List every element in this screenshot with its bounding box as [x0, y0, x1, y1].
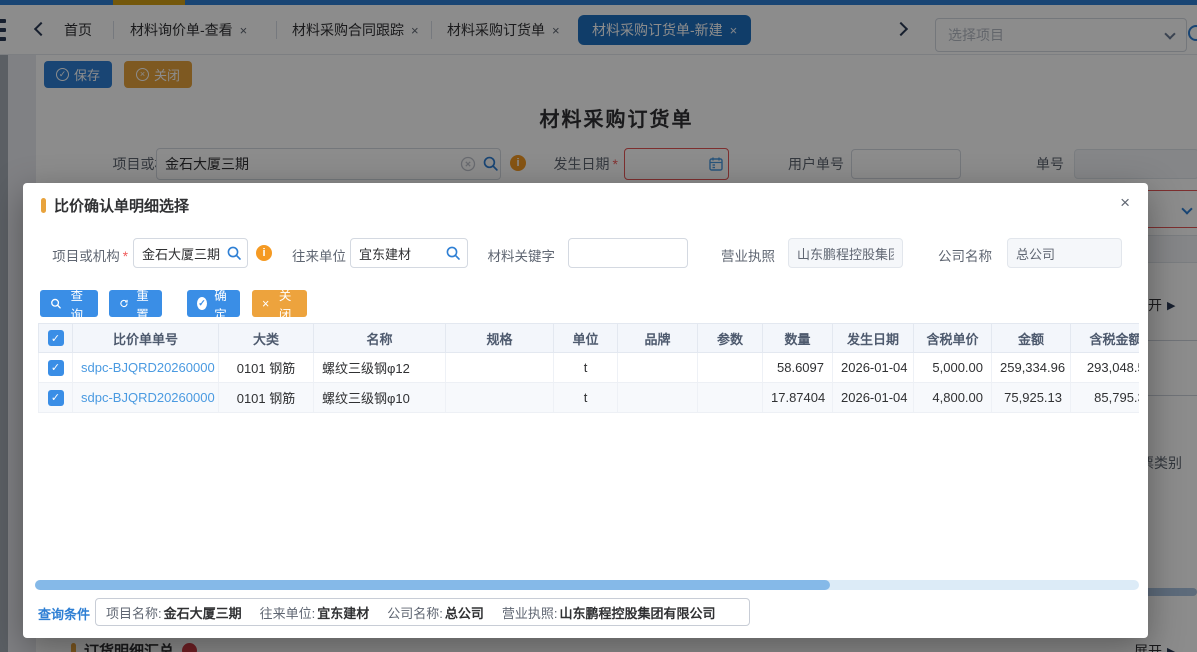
- query-button[interactable]: 查询: [40, 290, 98, 317]
- condition-item: 营业执照:山东鹏程控股集团有限公司: [502, 603, 716, 622]
- dialog-close-icon[interactable]: ×: [1120, 194, 1130, 211]
- cell: 259,334.96: [992, 353, 1071, 383]
- cell: 螺纹三级钢φ10: [314, 383, 446, 413]
- search-icon[interactable]: [226, 245, 242, 261]
- check-circle-icon: ✓: [197, 297, 207, 310]
- col-header: 发生日期: [833, 324, 914, 353]
- reset-label: 重置: [133, 285, 152, 323]
- cell: [446, 353, 554, 383]
- license-filter-label: 营业执照: [721, 245, 775, 265]
- cell: 293,048.50: [1071, 353, 1140, 383]
- search-icon[interactable]: [445, 245, 461, 261]
- cell: [446, 383, 554, 413]
- table-header-row: ✓ 比价单单号 大类 名称 规格 单位 品牌 参数 数量 发生日期 含税单价 金…: [39, 324, 1140, 353]
- cell: 75,925.13: [992, 383, 1071, 413]
- license-filter-field: [788, 238, 903, 268]
- keyword-filter-field[interactable]: [568, 238, 688, 268]
- info-icon[interactable]: i: [256, 245, 272, 261]
- col-header: 单位: [554, 324, 618, 353]
- cell: [698, 383, 763, 413]
- cell: 5,000.00: [914, 353, 992, 383]
- cell: 0101 钢筋: [219, 383, 314, 413]
- cell: [618, 383, 698, 413]
- dialog-close-button[interactable]: × 关闭: [252, 290, 307, 317]
- cell: 85,795.39: [1071, 383, 1140, 413]
- cell: 17.87404: [763, 383, 833, 413]
- col-header: 含税金额: [1071, 324, 1140, 353]
- condition-item: 往来单位:宜东建材: [260, 603, 370, 622]
- doc-no-link[interactable]: sdpc-BJQRD20260000: [73, 383, 219, 413]
- col-header: 大类: [219, 324, 314, 353]
- query-conditions-box: 项目名称:金石大厦三期 往来单位:宜东建材 公司名称:总公司 营业执照:山东鹏程…: [95, 598, 750, 626]
- horizontal-scrollbar[interactable]: [35, 580, 1139, 590]
- cell: 螺纹三级钢φ12: [314, 353, 446, 383]
- price-compare-detail-dialog: 比价确认单明细选择 × 项目或机构 i 往来单位 材料关键字 营业执照 公司名称…: [23, 183, 1148, 638]
- dialog-footer: 查询条件 项目名称:金石大厦三期 往来单位:宜东建材 公司名称:总公司 营业执照…: [23, 598, 1148, 628]
- dialog-title: 比价确认单明细选择: [54, 195, 189, 216]
- title-bar-icon: [41, 198, 46, 213]
- col-header: 比价单单号: [73, 324, 219, 353]
- confirm-label: 确定: [211, 285, 230, 323]
- results-table-container: ✓ 比价单单号 大类 名称 规格 单位 品牌 参数 数量 发生日期 含税单价 金…: [38, 323, 1139, 413]
- company-filter-field: [1007, 238, 1122, 268]
- close-icon: ×: [262, 297, 269, 311]
- cell: t: [554, 383, 618, 413]
- cell: 0101 钢筋: [219, 353, 314, 383]
- table-row[interactable]: ✓ sdpc-BJQRD20260000 0101 钢筋 螺纹三级钢φ12 t …: [39, 353, 1140, 383]
- cell: 58.6097: [763, 353, 833, 383]
- cell: t: [554, 353, 618, 383]
- cell: 2026-01-04: [833, 383, 914, 413]
- dialog-title-group: 比价确认单明细选择: [41, 195, 189, 216]
- partner-filter-label: 往来单位: [290, 245, 346, 265]
- col-header: 名称: [314, 324, 446, 353]
- dialog-header: 比价确认单明细选择 ×: [23, 183, 1148, 225]
- cell: [698, 353, 763, 383]
- query-conditions-label: 查询条件: [38, 604, 90, 623]
- scrollbar-thumb[interactable]: [35, 580, 830, 590]
- project-filter-label: 项目或机构: [50, 245, 128, 265]
- col-header: 金额: [992, 324, 1071, 353]
- query-label: 查询: [66, 285, 88, 323]
- select-all-checkbox[interactable]: ✓: [48, 330, 64, 346]
- results-table: ✓ 比价单单号 大类 名称 规格 单位 品牌 参数 数量 发生日期 含税单价 金…: [38, 323, 1139, 413]
- col-header: 参数: [698, 324, 763, 353]
- doc-no-link[interactable]: sdpc-BJQRD20260000: [73, 353, 219, 383]
- close-label: 关闭: [273, 285, 297, 323]
- col-header: 数量: [763, 324, 833, 353]
- col-header: 品牌: [618, 324, 698, 353]
- col-header: 规格: [446, 324, 554, 353]
- confirm-button[interactable]: ✓ 确定: [187, 290, 240, 317]
- table-row[interactable]: ✓ sdpc-BJQRD20260000 0101 钢筋 螺纹三级钢φ10 t …: [39, 383, 1140, 413]
- reset-button[interactable]: 重置: [109, 290, 162, 317]
- cell: 2026-01-04: [833, 353, 914, 383]
- cell: 4,800.00: [914, 383, 992, 413]
- cell: [618, 353, 698, 383]
- col-header: 含税单价: [914, 324, 992, 353]
- keyword-filter-label: 材料关键字: [485, 245, 555, 265]
- row-checkbox[interactable]: ✓: [48, 360, 64, 376]
- row-checkbox[interactable]: ✓: [48, 390, 64, 406]
- condition-item: 公司名称:总公司: [387, 603, 484, 622]
- company-filter-label: 公司名称: [938, 245, 992, 265]
- condition-item: 项目名称:金石大厦三期: [106, 603, 242, 622]
